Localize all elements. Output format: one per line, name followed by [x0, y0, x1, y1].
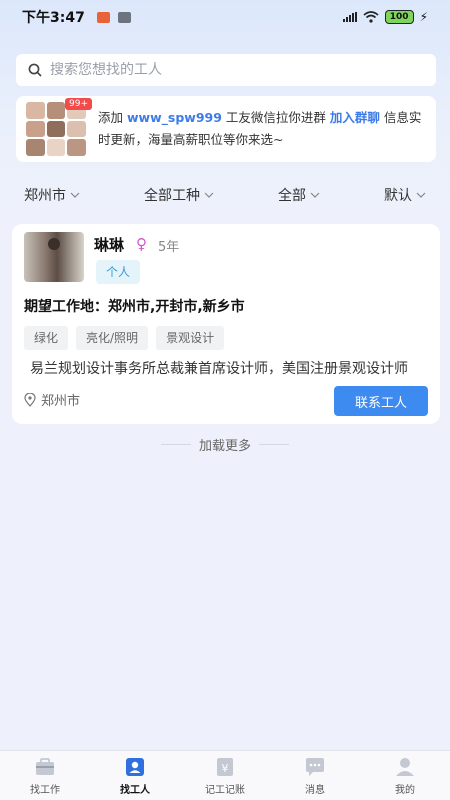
divider	[259, 443, 289, 445]
wechat-id: www_spw999	[127, 110, 222, 125]
search-input[interactable]	[50, 62, 424, 78]
chevron-down-icon	[70, 192, 80, 198]
filter-sort[interactable]: 默认	[384, 185, 426, 205]
worker-location-text: 郑州市	[41, 394, 81, 409]
status-bar: 下午3:47 100 ⚡	[0, 0, 450, 34]
tab-label: 消息	[305, 785, 325, 796]
ledger-icon: ¥	[217, 758, 233, 776]
app-notification-icon	[96, 11, 110, 23]
wifi-icon	[363, 11, 379, 23]
signal-icon	[342, 12, 357, 22]
banner-text: 添加 www_spw999 工友微信拉你进群 加入群聊 信息实时更新，海量高薪职…	[98, 107, 428, 151]
tab-find-worker[interactable]: 找工人	[90, 751, 180, 800]
load-more[interactable]: 加载更多	[155, 434, 295, 454]
filter-trade[interactable]: 全部工种	[144, 185, 214, 205]
worker-type-tag: 个人	[96, 260, 141, 284]
chevron-down-icon	[310, 192, 320, 198]
divider	[160, 443, 191, 445]
worker-description: 易兰规划设计事务所总裁兼首席设计师，美国注册景观设计师	[30, 361, 408, 377]
banner-text-middle: 工友微信拉你进群	[225, 110, 326, 125]
filter-type-label: 全部	[278, 188, 306, 204]
svg-text:¥: ¥	[222, 762, 229, 775]
chevron-down-icon	[416, 192, 426, 198]
tab-ledger[interactable]: ¥ 记工记账	[180, 751, 270, 800]
worker-name: 琳琳	[94, 236, 125, 254]
charging-icon: ⚡	[419, 10, 428, 24]
unread-count-badge: 99+	[65, 98, 92, 110]
load-more-label: 加载更多	[198, 438, 251, 454]
join-group-link[interactable]: 加入群聊	[330, 110, 380, 125]
tab-label: 我的	[395, 785, 415, 796]
banner-text-prefix: 添加	[98, 110, 124, 125]
worker-experience: 5年	[158, 240, 180, 255]
filter-city-label: 郑州市	[24, 188, 66, 204]
briefcase-icon	[36, 758, 54, 775]
tab-label: 找工人	[120, 785, 150, 796]
group-avatar-grid: 99+	[26, 98, 92, 156]
skill-tag: 绿化	[24, 326, 69, 350]
filter-trade-label: 全部工种	[144, 188, 200, 204]
skill-tag: 景观设计	[156, 326, 225, 350]
message-icon	[306, 758, 324, 776]
tab-profile[interactable]: 我的	[360, 751, 450, 800]
status-time: 下午3:47	[22, 10, 85, 26]
contact-worker-button[interactable]: 联系工人	[334, 386, 428, 416]
tab-label: 找工作	[30, 785, 60, 796]
battery-indicator: 100	[384, 10, 414, 24]
tab-label: 记工记账	[205, 785, 245, 796]
filter-city[interactable]: 郑州市	[24, 185, 80, 205]
search-bar[interactable]	[16, 54, 436, 86]
tab-find-job[interactable]: 找工作	[0, 751, 90, 800]
female-icon: ♀	[136, 235, 147, 253]
skill-tag: 亮化/照明	[76, 326, 149, 350]
filter-type[interactable]: 全部	[278, 185, 320, 205]
worker-location: 郑州市	[24, 390, 80, 409]
filter-bar: 郑州市 全部工种 全部 默认	[10, 176, 440, 214]
worker-card[interactable]: 琳琳 ♀ 5年 个人 期望工作地：郑州市,开封市,新乡市 绿化 亮化/照明 景观…	[12, 224, 440, 424]
profile-icon	[396, 758, 414, 776]
wechat-group-banner[interactable]: 99+ 添加 www_spw999 工友微信拉你进群 加入群聊 信息实时更新，海…	[16, 96, 436, 162]
filter-sort-label: 默认	[384, 188, 412, 204]
worker-avatar	[24, 232, 84, 282]
skill-tags: 绿化 亮化/照明 景观设计	[24, 326, 225, 350]
expected-location: 期望工作地：郑州市,开封市,新乡市	[24, 299, 245, 315]
screenshot-notification-icon	[117, 11, 131, 23]
bottom-tab-bar: 找工作 找工人 ¥ 记工记账 消息 我的	[0, 750, 450, 800]
search-icon	[28, 63, 42, 77]
location-pin-icon	[24, 392, 36, 407]
worker-id-icon	[126, 758, 144, 776]
chevron-down-icon	[204, 192, 214, 198]
tab-messages[interactable]: 消息	[270, 751, 360, 800]
